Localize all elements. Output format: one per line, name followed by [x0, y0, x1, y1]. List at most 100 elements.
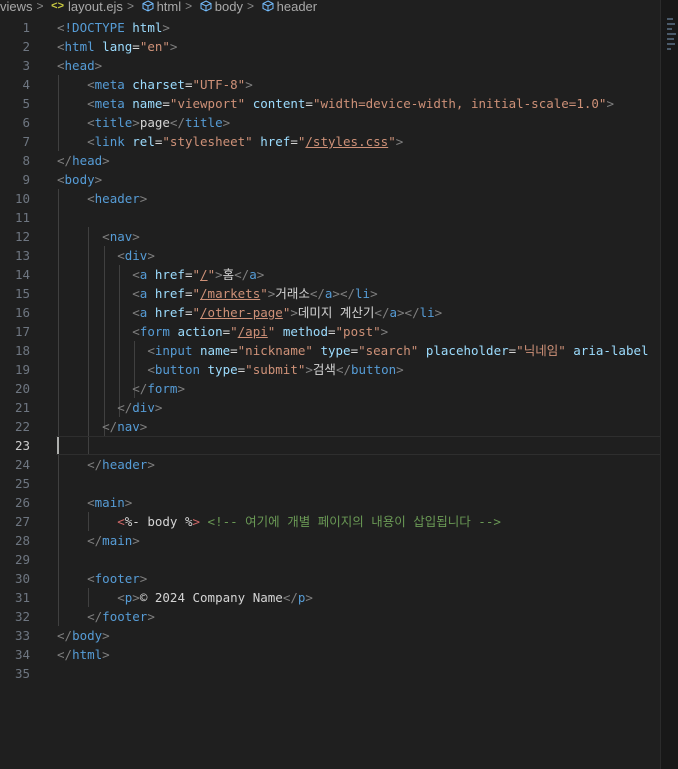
code-text: <a href="/">홈</a> — [132, 267, 265, 282]
line-number: 22 — [14, 419, 30, 434]
cube-icon — [200, 0, 215, 13]
code-line[interactable]: 5 <meta name="viewport" content="width=d… — [0, 94, 660, 113]
code-line[interactable]: 14 <a href="/">홈</a> — [0, 265, 660, 284]
code-text: <a href="/other-page">데미지 계산기</a></li> — [132, 305, 443, 320]
code-line[interactable]: 27 <%- body %> <!-- 여기에 개별 페이지의 내용이 삽입됩니… — [0, 512, 660, 531]
code-line[interactable]: 32 </footer> — [0, 607, 660, 626]
code-text: </header> — [87, 457, 155, 472]
code-line[interactable]: 12 <nav> — [0, 227, 660, 246]
line-number: 7 — [22, 134, 30, 149]
code-line[interactable]: 26 <main> — [0, 493, 660, 512]
code-text: <form action="/api" method="post"> — [132, 324, 389, 339]
line-number: 1 — [22, 20, 30, 35]
code-text: <button type="submit">검색</button> — [147, 362, 404, 377]
line-number: 15 — [14, 286, 30, 301]
code-line[interactable]: 18 <input name="nickname" type="search" … — [0, 341, 660, 360]
breadcrumb-folder[interactable]: views — [0, 0, 33, 13]
code-line[interactable]: 31 <p>© 2024 Company Name</p> — [0, 588, 660, 607]
code-text: <meta charset="UTF-8"> — [87, 77, 253, 92]
code-line[interactable]: 30 <footer> — [0, 569, 660, 588]
code-line[interactable]: 22 </nav> — [0, 417, 660, 436]
code-text: <link rel="stylesheet" href="/styles.css… — [87, 134, 404, 149]
code-text: <nav> — [102, 229, 140, 244]
line-number: 20 — [14, 381, 30, 396]
code-line[interactable]: 33 </body> — [0, 626, 660, 645]
line-number: 25 — [14, 476, 30, 491]
code-line[interactable]: 11 — [0, 208, 660, 227]
code-line[interactable]: 2 <html lang="en"> — [0, 37, 660, 56]
code-text: <main> — [87, 495, 133, 510]
line-number: 4 — [22, 77, 30, 92]
code-text: <html lang="en"> — [57, 39, 178, 54]
code-line[interactable]: 28 </main> — [0, 531, 660, 550]
chevron-right-icon: > — [36, 0, 44, 13]
code-text: <body> — [57, 172, 103, 187]
line-number: 28 — [14, 533, 30, 548]
code-text: </main> — [87, 533, 140, 548]
code-line[interactable]: 29 — [0, 550, 660, 569]
code-text: </head> — [57, 153, 110, 168]
breadcrumb-item-body[interactable]: body — [215, 0, 243, 13]
code-line[interactable]: 20 </form> — [0, 379, 660, 398]
code-line[interactable]: 9 <body> — [0, 170, 660, 189]
code-line[interactable]: 19 <button type="submit">검색</button> — [0, 360, 660, 379]
code-line[interactable]: 21 </div> — [0, 398, 660, 417]
code-text: </body> — [57, 628, 110, 643]
code-text: </nav> — [102, 419, 148, 434]
chevron-right-icon: > — [246, 0, 254, 13]
line-number: 29 — [14, 552, 30, 567]
line-number: 10 — [14, 191, 30, 206]
code-line[interactable]: 24 </header> — [0, 455, 660, 474]
code-line[interactable]: 34 </html> — [0, 645, 660, 664]
code-text: </form> — [132, 381, 185, 396]
code-line[interactable]: 25 — [0, 474, 660, 493]
code-line[interactable]: 10 <header> — [0, 189, 660, 208]
code-line[interactable]: 23 — [0, 436, 660, 455]
line-number: 13 — [14, 248, 30, 263]
code-text: <head> — [57, 58, 103, 73]
line-number: 8 — [22, 153, 30, 168]
breadcrumb-item-html[interactable]: html — [157, 0, 182, 13]
text-cursor — [57, 436, 59, 455]
ejs-file-icon: <> — [51, 0, 65, 12]
code-line[interactable]: 35 — [0, 664, 660, 683]
code-editor[interactable]: 1 <!DOCTYPE html> 2 <html lang="en"> 3 <head>… — [0, 14, 660, 769]
code-line[interactable]: 13 <div> — [0, 246, 660, 265]
chevron-right-icon: > — [126, 0, 134, 13]
vertical-scrollbar[interactable] — [660, 0, 678, 769]
code-text: <a href="/markets">거래소</a></li> — [132, 286, 378, 301]
line-number: 3 — [22, 58, 30, 73]
chevron-right-icon: > — [185, 0, 193, 13]
line-number: 27 — [14, 514, 30, 529]
code-line[interactable]: 15 <a href="/markets">거래소</a></li> — [0, 284, 660, 303]
code-line[interactable]: 4 <meta charset="UTF-8"> — [0, 75, 660, 94]
code-text: <header> — [87, 191, 148, 206]
code-text: </footer> — [87, 609, 155, 624]
code-text: <p>© 2024 Company Name</p> — [117, 590, 313, 605]
cube-icon — [262, 0, 277, 13]
code-text: <%- body %> <!-- 여기에 개별 페이지의 내용이 삽입됩니다 -… — [117, 514, 501, 529]
code-line[interactable]: 16 <a href="/other-page">데미지 계산기</a></li… — [0, 303, 660, 322]
line-number: 32 — [14, 609, 30, 624]
line-number: 5 — [22, 96, 30, 111]
code-line[interactable]: 1 <!DOCTYPE html> — [0, 18, 660, 37]
code-line[interactable]: 7 <link rel="stylesheet" href="/styles.c… — [0, 132, 660, 151]
code-line[interactable]: 3 <head> — [0, 56, 660, 75]
breadcrumb-item-header[interactable]: header — [277, 0, 317, 13]
code-line[interactable]: 17 <form action="/api" method="post"> — [0, 322, 660, 341]
code-line[interactable]: 8 </head> — [0, 151, 660, 170]
minimap[interactable] — [667, 18, 677, 88]
code-line[interactable]: 6 <title>page</title> — [0, 113, 660, 132]
line-number: 33 — [14, 628, 30, 643]
line-number: 14 — [14, 267, 30, 282]
line-number: 11 — [14, 210, 30, 225]
breadcrumb: views > <> layout.ejs > html > body > header — [0, 0, 660, 14]
code-text: <div> — [117, 248, 155, 263]
code-text: <!DOCTYPE html> — [57, 20, 170, 35]
line-number: 31 — [14, 590, 30, 605]
code-text: </html> — [57, 647, 110, 662]
line-number: 16 — [14, 305, 30, 320]
breadcrumb-file[interactable]: layout.ejs — [68, 0, 123, 13]
line-number: 18 — [14, 343, 30, 358]
line-number: 19 — [14, 362, 30, 377]
